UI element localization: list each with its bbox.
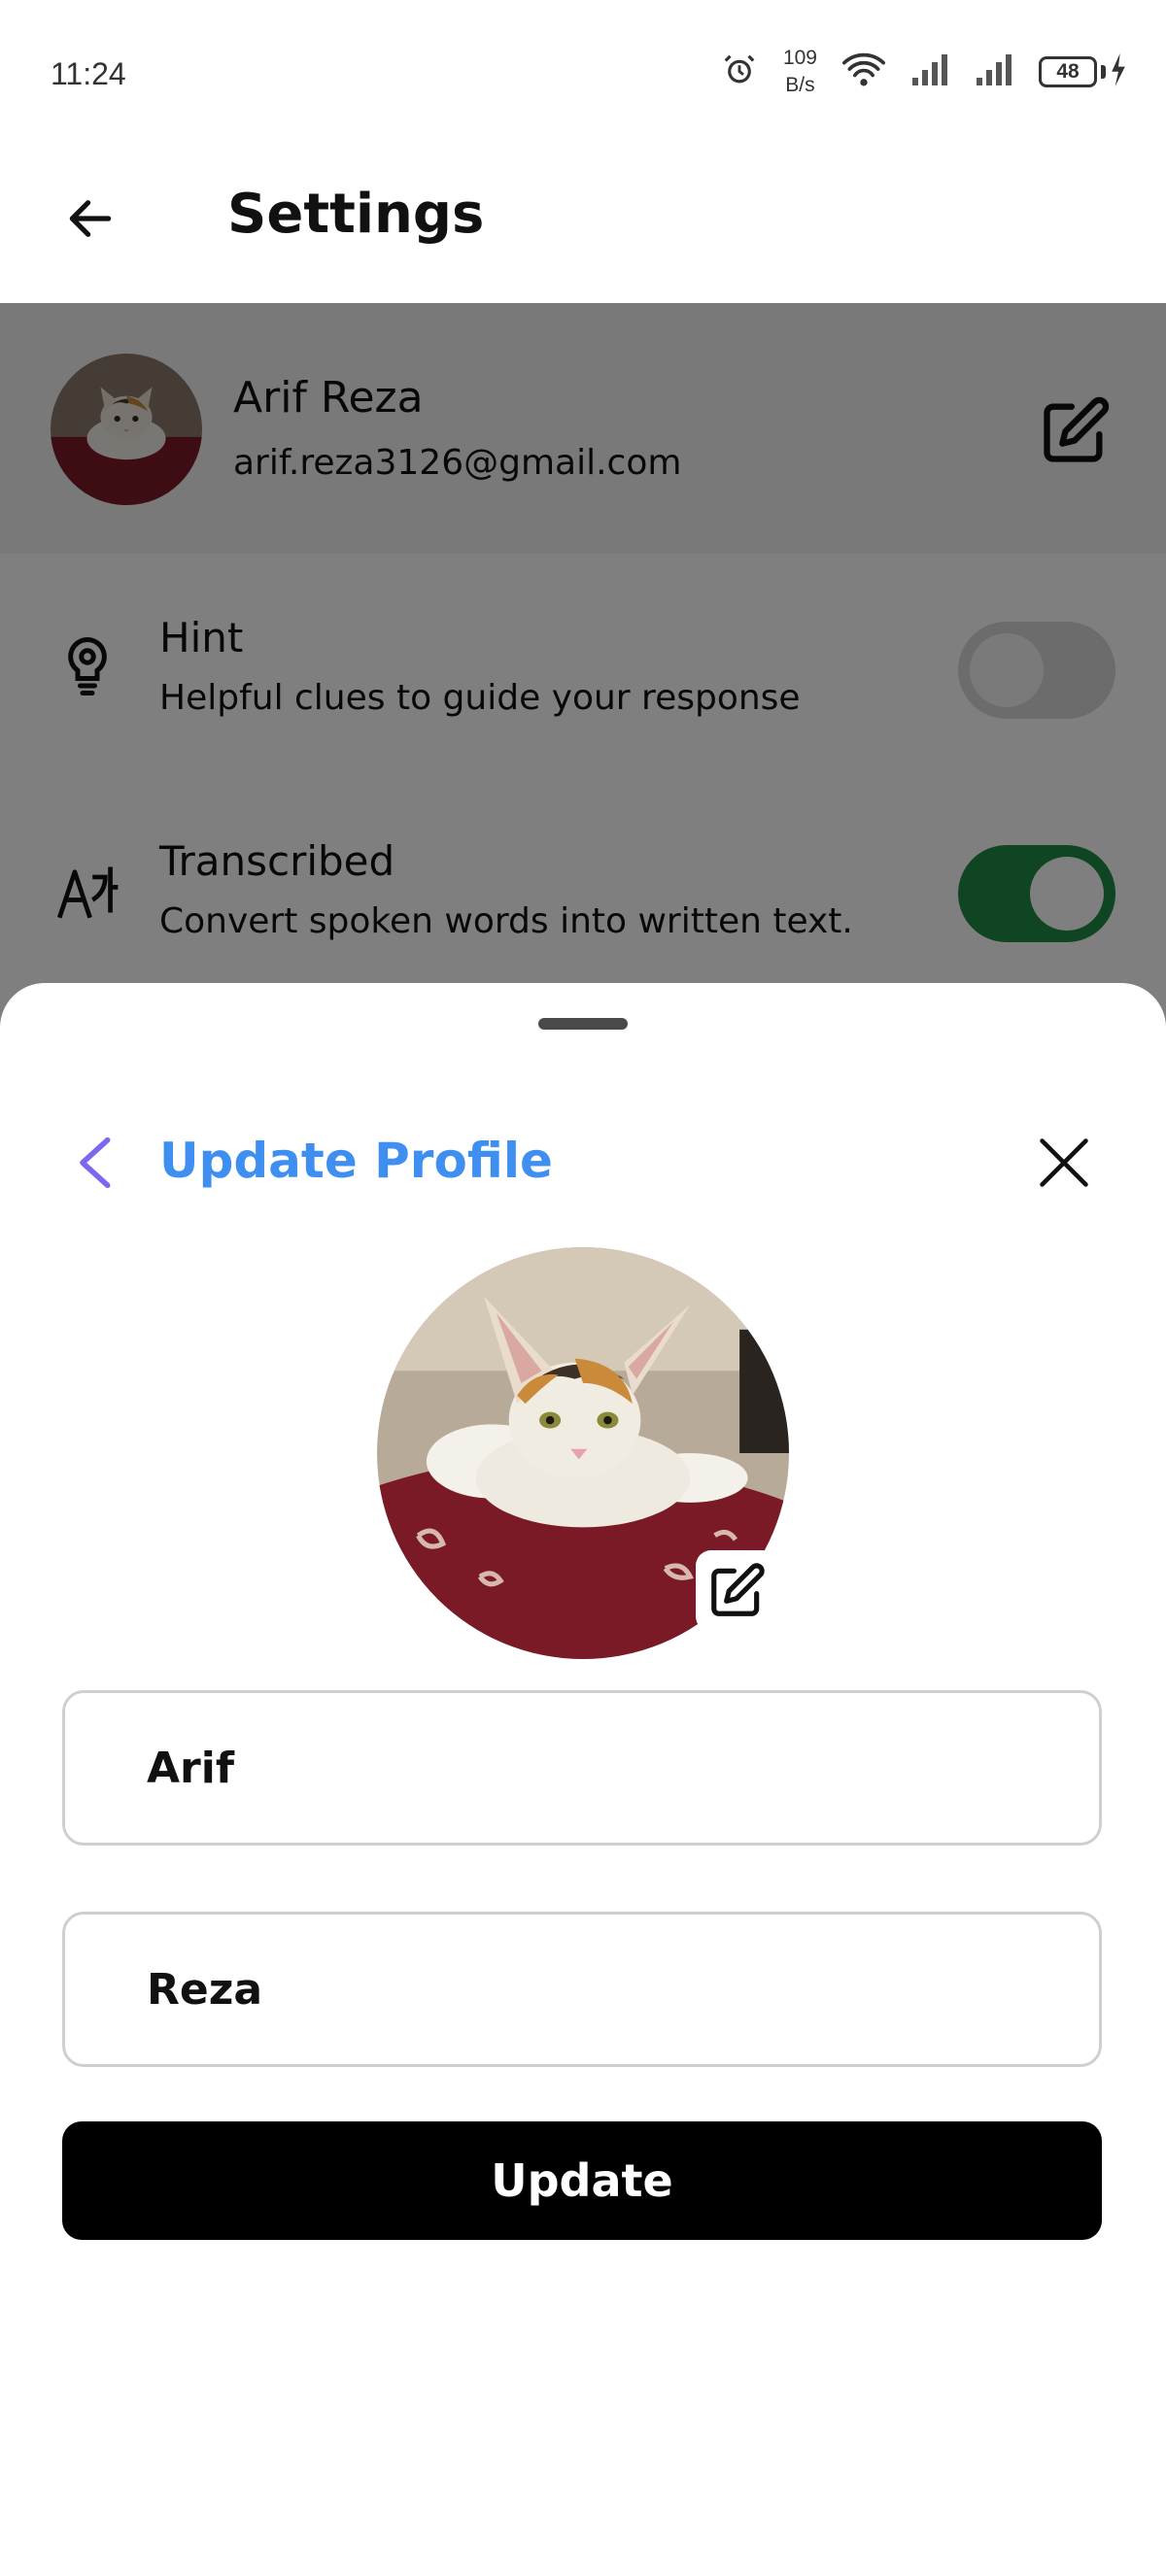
back-button[interactable] <box>56 185 124 253</box>
sheet-back-button[interactable] <box>62 1129 130 1197</box>
drag-handle[interactable] <box>538 1018 628 1030</box>
battery-tip <box>1101 65 1106 79</box>
change-photo-button[interactable] <box>696 1550 777 1632</box>
net-speed: 109 B/s <box>783 45 817 99</box>
net-speed-unit: B/s <box>785 74 815 96</box>
alarm-icon <box>721 51 758 92</box>
last-name-field[interactable] <box>62 1912 1102 2067</box>
net-speed-value: 109 <box>782 47 817 69</box>
arrow-left-icon <box>69 200 112 237</box>
close-button[interactable] <box>1030 1129 1098 1197</box>
charging-icon <box>1110 53 1127 90</box>
battery-icon: 48 <box>1039 53 1127 90</box>
sheet-title: Update Profile <box>159 1133 553 1189</box>
wifi-icon <box>842 51 885 92</box>
edit-icon <box>711 1563 765 1616</box>
app-header: Settings <box>0 146 1166 303</box>
status-bar: 11:24 109 B/s 48 <box>0 0 1166 146</box>
close-icon <box>1040 1138 1088 1187</box>
battery-level: 48 <box>1039 56 1097 87</box>
update-profile-sheet: Update Profile Arif Reza Update <box>0 983 1166 2576</box>
status-time: 11:24 <box>51 56 126 91</box>
page-title: Settings <box>227 183 485 246</box>
chevron-left-icon <box>80 1136 111 1189</box>
signal-icon <box>910 52 949 91</box>
update-button[interactable]: Update <box>62 2121 1102 2240</box>
first-name-field[interactable] <box>62 1690 1102 1846</box>
status-icons: 109 B/s 48 <box>721 45 1127 99</box>
signal-icon <box>975 52 1013 91</box>
